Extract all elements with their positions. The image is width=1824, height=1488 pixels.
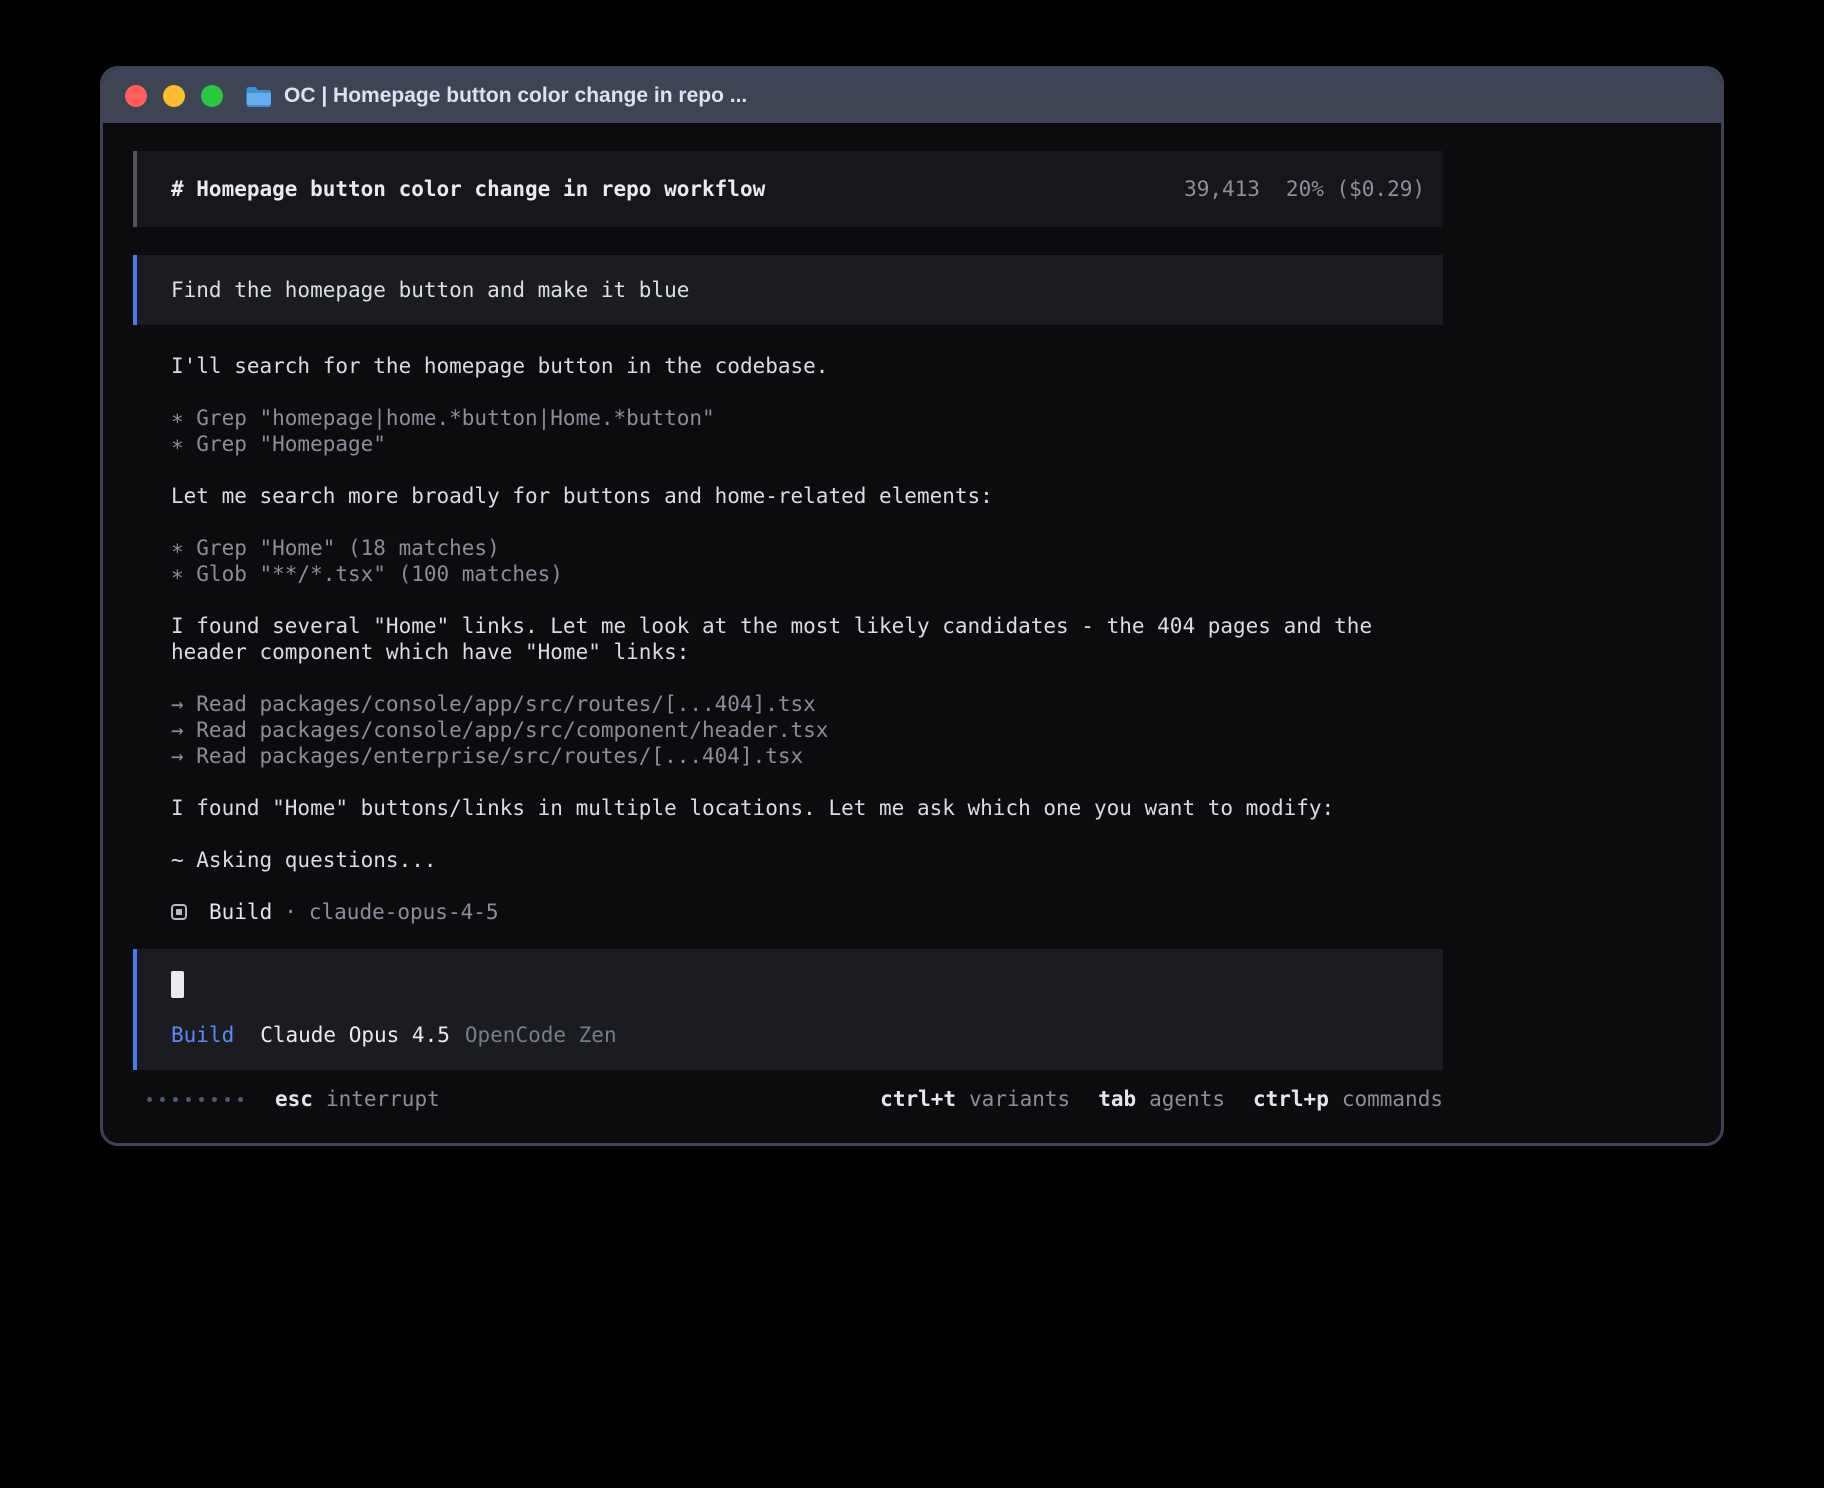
- text-cursor: [171, 971, 184, 998]
- shortcut-key: ctrl+p: [1253, 1086, 1329, 1112]
- input-status-line: Build Claude Opus 4.5 OpenCode Zen: [171, 1022, 1409, 1048]
- spinner-icon: [147, 1097, 243, 1102]
- window-title: OC | Homepage button color change in rep…: [284, 84, 747, 108]
- user-message-text: Find the homepage button and make it blu…: [171, 278, 689, 302]
- user-message: Find the homepage button and make it blu…: [133, 255, 1443, 325]
- shortcut-label: commands: [1342, 1086, 1443, 1112]
- context-cost: 20% ($0.29): [1286, 176, 1425, 202]
- status-bar-right: ctrl+t variants tab agents ctrl+p comman…: [880, 1086, 1443, 1112]
- terminal-content: # Homepage button color change in repo w…: [103, 123, 1721, 1146]
- assistant-text: I found several "Home" links. Let me loo…: [171, 613, 1411, 665]
- session-header: # Homepage button color change in repo w…: [133, 151, 1443, 227]
- agent-status-line: Build · claude-opus-4-5: [171, 899, 1411, 925]
- window-controls: [125, 85, 223, 107]
- prompt-input[interactable]: Build Claude Opus 4.5 OpenCode Zen: [133, 949, 1443, 1070]
- tool-call-glob: ∗ Glob "**/*.tsx" (100 matches): [171, 561, 1411, 587]
- token-count: 39,413: [1184, 176, 1260, 202]
- shortcut-key: tab: [1098, 1086, 1136, 1112]
- shortcut-commands: ctrl+p commands: [1253, 1086, 1443, 1112]
- model-name: Claude Opus 4.5: [260, 1022, 450, 1048]
- agent-icon: [171, 904, 187, 920]
- tool-call-group: ∗ Grep "Home" (18 matches) ∗ Glob "**/*.…: [171, 535, 1411, 587]
- minimize-button[interactable]: [163, 85, 185, 107]
- agent-mode-label[interactable]: Build: [171, 1022, 234, 1048]
- assistant-text: I found "Home" buttons/links in multiple…: [171, 795, 1411, 821]
- tool-call-grep: ∗ Grep "Homepage": [171, 431, 1411, 457]
- shortcut-agents: tab agents: [1098, 1086, 1225, 1112]
- assistant-text: Let me search more broadly for buttons a…: [171, 483, 1411, 509]
- status-bar-left: esc interrupt: [133, 1086, 440, 1112]
- shortcut-variants: ctrl+t variants: [880, 1086, 1070, 1112]
- assistant-response: I'll search for the homepage button in t…: [171, 353, 1411, 925]
- assistant-text: I'll search for the homepage button in t…: [171, 353, 1411, 379]
- folder-icon: [245, 85, 272, 107]
- tool-call-read: → Read packages/console/app/src/componen…: [171, 717, 1411, 743]
- tool-call-read: → Read packages/console/app/src/routes/[…: [171, 691, 1411, 717]
- shortcut-key: ctrl+t: [880, 1086, 956, 1112]
- status-bar: esc interrupt ctrl+t variants tab agents…: [133, 1086, 1443, 1112]
- tool-call-group: ∗ Grep "homepage|home.*button|Home.*butt…: [171, 405, 1411, 457]
- zoom-button[interactable]: [201, 85, 223, 107]
- esc-label: interrupt: [326, 1086, 440, 1112]
- tool-call-grep: ∗ Grep "Home" (18 matches): [171, 535, 1411, 561]
- tool-call-grep: ∗ Grep "homepage|home.*button|Home.*butt…: [171, 405, 1411, 431]
- shortcut-label: variants: [969, 1086, 1070, 1112]
- agent-separator: ·: [284, 899, 297, 925]
- close-button[interactable]: [125, 85, 147, 107]
- terminal-window: OC | Homepage button color change in rep…: [100, 66, 1724, 1146]
- agent-model: claude-opus-4-5: [309, 899, 499, 925]
- esc-key: esc: [275, 1086, 313, 1112]
- agent-name: Build: [209, 899, 272, 925]
- session-stats: 39,413 20% ($0.29): [1184, 176, 1425, 202]
- shortcut-label: agents: [1149, 1086, 1225, 1112]
- status-text: ~ Asking questions...: [171, 847, 1411, 873]
- tool-call-group: → Read packages/console/app/src/routes/[…: [171, 691, 1411, 769]
- window-titlebar[interactable]: OC | Homepage button color change in rep…: [103, 69, 1721, 123]
- model-provider: OpenCode Zen: [465, 1022, 617, 1048]
- tool-call-read: → Read packages/enterprise/src/routes/[.…: [171, 743, 1411, 769]
- session-title: # Homepage button color change in repo w…: [171, 176, 765, 202]
